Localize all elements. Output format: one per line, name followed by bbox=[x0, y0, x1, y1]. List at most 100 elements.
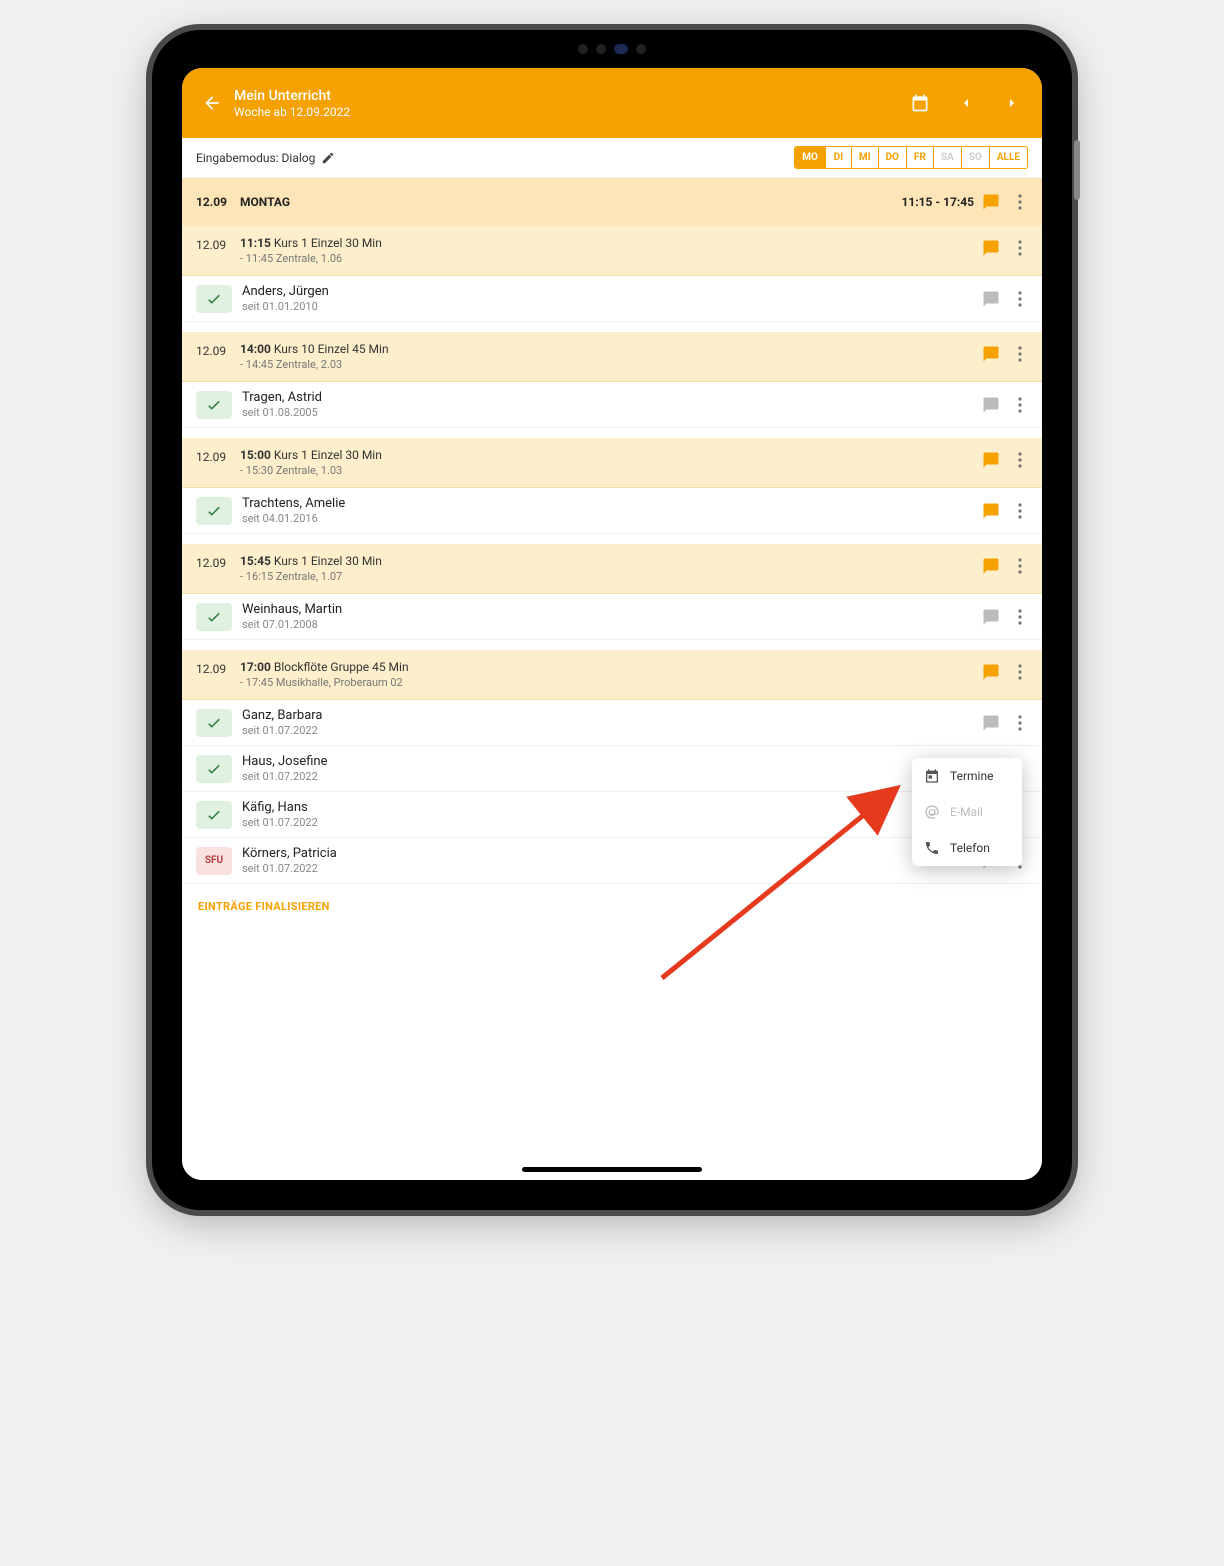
day-header: 12.09 MONTAG 11:15 - 17:45 bbox=[182, 178, 1042, 226]
course-title: 15:45 Kurs 1 Einzel 30 Min bbox=[240, 554, 982, 568]
more-menu-button[interactable] bbox=[1012, 711, 1028, 735]
student-name: Haus, Josefine bbox=[242, 754, 982, 769]
more-menu-button[interactable] bbox=[1012, 554, 1028, 578]
chat-icon[interactable] bbox=[982, 193, 1000, 211]
status-chip[interactable] bbox=[196, 603, 232, 631]
more-menu-button[interactable] bbox=[1012, 287, 1028, 311]
calendar-icon[interactable] bbox=[906, 89, 934, 117]
status-chip[interactable] bbox=[196, 755, 232, 783]
course-title: 15:00 Kurs 1 Einzel 30 Min bbox=[240, 448, 982, 462]
more-menu-button[interactable] bbox=[1012, 448, 1028, 472]
status-chip[interactable] bbox=[196, 285, 232, 313]
chat-icon[interactable] bbox=[982, 345, 1000, 363]
day-header-name: MONTAG bbox=[240, 195, 901, 209]
tab-mi[interactable]: MI bbox=[852, 147, 879, 168]
course-row[interactable]: 12.0915:00 Kurs 1 Einzel 30 Min- 15:30 Z… bbox=[182, 438, 1042, 488]
course-sub: - 14:45 Zentrale, 2.03 bbox=[240, 358, 982, 371]
status-chip[interactable] bbox=[196, 497, 232, 525]
more-menu-button[interactable] bbox=[1012, 342, 1028, 366]
tab-mo[interactable]: MO bbox=[795, 147, 826, 168]
next-week-button[interactable] bbox=[998, 89, 1026, 117]
finalize-button[interactable]: EINTRÄGE FINALISIEREN bbox=[182, 884, 1042, 929]
chat-icon[interactable] bbox=[982, 608, 1000, 626]
at-icon bbox=[924, 804, 940, 820]
more-menu-button[interactable] bbox=[1012, 605, 1028, 629]
chat-icon[interactable] bbox=[982, 714, 1000, 732]
student-since: seit 01.07.2022 bbox=[242, 816, 982, 829]
day-header-date: 12.09 bbox=[196, 195, 240, 209]
course-sub: - 16:15 Zentrale, 1.07 bbox=[240, 570, 982, 583]
student-name: Käfig, Hans bbox=[242, 800, 982, 815]
more-menu-button[interactable] bbox=[1012, 660, 1028, 684]
phone-icon bbox=[924, 840, 940, 856]
student-since: seit 01.01.2010 bbox=[242, 300, 982, 313]
menu-label: Telefon bbox=[950, 841, 990, 855]
day-header-time: 11:15 - 17:45 bbox=[901, 195, 974, 209]
course-title: 11:15 Kurs 1 Einzel 30 Min bbox=[240, 236, 982, 250]
tab-do[interactable]: DO bbox=[879, 147, 907, 168]
chat-icon[interactable] bbox=[982, 396, 1000, 414]
menu-label: E-Mail bbox=[950, 805, 983, 819]
spacer bbox=[182, 322, 1042, 332]
student-row[interactable]: Ganz, Barbaraseit 01.07.2022 bbox=[182, 700, 1042, 746]
chat-icon[interactable] bbox=[982, 663, 1000, 681]
student-row[interactable]: Weinhaus, Martinseit 07.01.2008 bbox=[182, 594, 1042, 640]
menu-item-termine[interactable]: Termine bbox=[912, 758, 1022, 794]
student-name: Weinhaus, Martin bbox=[242, 602, 982, 617]
tab-alle[interactable]: ALLE bbox=[990, 147, 1027, 168]
back-button[interactable] bbox=[198, 89, 226, 117]
status-chip[interactable] bbox=[196, 709, 232, 737]
menu-item-email[interactable]: E-Mail bbox=[912, 794, 1022, 830]
tab-so[interactable]: SO bbox=[962, 147, 990, 168]
status-chip[interactable] bbox=[196, 801, 232, 829]
prev-week-button[interactable] bbox=[952, 89, 980, 117]
student-row[interactable]: Trachtens, Amelieseit 04.01.2016 bbox=[182, 488, 1042, 534]
app-header: Mein Unterricht Woche ab 12.09.2022 bbox=[182, 68, 1042, 138]
student-row[interactable]: Anders, Jürgenseit 01.01.2010 bbox=[182, 276, 1042, 322]
course-sub: - 15:30 Zentrale, 1.03 bbox=[240, 464, 982, 477]
status-chip[interactable]: SFU bbox=[196, 847, 232, 875]
more-menu-button[interactable] bbox=[1012, 190, 1028, 214]
course-title: 14:00 Kurs 10 Einzel 45 Min bbox=[240, 342, 982, 356]
context-menu: Termine E-Mail Telefon bbox=[912, 758, 1022, 866]
mode-bar: Eingabemodus: Dialog MO DI MI DO FR SA S… bbox=[182, 138, 1042, 178]
spacer bbox=[182, 428, 1042, 438]
spacer bbox=[182, 640, 1042, 650]
course-sub: - 11:45 Zentrale, 1.06 bbox=[240, 252, 982, 265]
home-indicator bbox=[522, 1167, 702, 1172]
student-row[interactable]: Tragen, Astridseit 01.08.2005 bbox=[182, 382, 1042, 428]
student-since: seit 01.07.2022 bbox=[242, 724, 982, 737]
calendar-icon bbox=[924, 768, 940, 784]
more-menu-button[interactable] bbox=[1012, 499, 1028, 523]
course-row[interactable]: 12.0917:00 Blockflöte Gruppe 45 Min- 17:… bbox=[182, 650, 1042, 700]
tab-sa[interactable]: SA bbox=[934, 147, 962, 168]
student-name: Trachtens, Amelie bbox=[242, 496, 982, 511]
student-since: seit 01.08.2005 bbox=[242, 406, 982, 419]
course-row[interactable]: 12.0915:45 Kurs 1 Einzel 30 Min- 16:15 Z… bbox=[182, 544, 1042, 594]
chat-icon[interactable] bbox=[982, 451, 1000, 469]
more-menu-button[interactable] bbox=[1012, 236, 1028, 260]
pencil-icon bbox=[321, 151, 335, 165]
chat-icon[interactable] bbox=[982, 290, 1000, 308]
page-title: Mein Unterricht bbox=[234, 88, 906, 104]
tab-fr[interactable]: FR bbox=[907, 147, 934, 168]
course-title: 17:00 Blockflöte Gruppe 45 Min bbox=[240, 660, 982, 674]
chat-icon[interactable] bbox=[982, 557, 1000, 575]
student-since: seit 07.01.2008 bbox=[242, 618, 982, 631]
input-mode-toggle[interactable]: Eingabemodus: Dialog bbox=[196, 151, 335, 165]
student-name: Körners, Patricia bbox=[242, 846, 982, 861]
lesson-list: 12.09 MONTAG 11:15 - 17:45 12.0911:15 Ku… bbox=[182, 178, 1042, 1180]
student-name: Ganz, Barbara bbox=[242, 708, 982, 723]
course-date: 12.09 bbox=[196, 660, 240, 676]
course-row[interactable]: 12.0914:00 Kurs 10 Einzel 45 Min- 14:45 … bbox=[182, 332, 1042, 382]
more-menu-button[interactable] bbox=[1012, 393, 1028, 417]
tab-di[interactable]: DI bbox=[826, 147, 852, 168]
input-mode-label: Eingabemodus: Dialog bbox=[196, 151, 315, 165]
status-chip[interactable] bbox=[196, 391, 232, 419]
chat-icon[interactable] bbox=[982, 502, 1000, 520]
course-row[interactable]: 12.0911:15 Kurs 1 Einzel 30 Min- 11:45 Z… bbox=[182, 226, 1042, 276]
spacer bbox=[182, 534, 1042, 544]
menu-label: Termine bbox=[950, 769, 993, 783]
chat-icon[interactable] bbox=[982, 239, 1000, 257]
menu-item-telefon[interactable]: Telefon bbox=[912, 830, 1022, 866]
